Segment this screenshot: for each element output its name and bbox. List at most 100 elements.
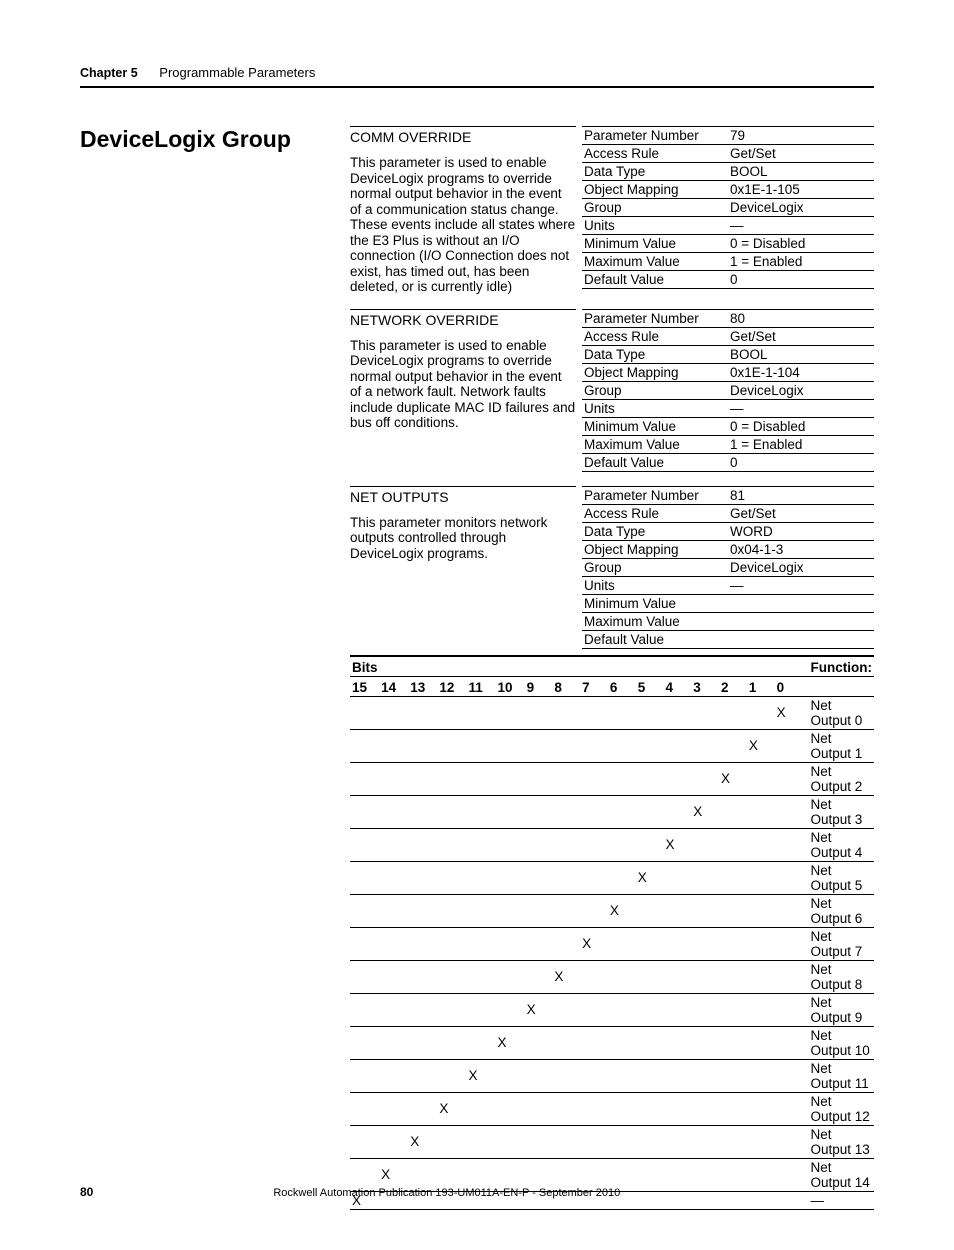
bit-cell: X — [636, 861, 664, 894]
bit-cell — [437, 795, 466, 828]
bit-cell — [691, 861, 719, 894]
bit-cell — [495, 696, 524, 729]
bit-cell — [437, 861, 466, 894]
bit-cell — [379, 1059, 408, 1092]
bit-cell — [379, 795, 408, 828]
bit-cell — [580, 729, 608, 762]
bit-cell — [350, 828, 379, 861]
bit-cell — [525, 927, 553, 960]
bit-cell — [775, 927, 803, 960]
param-description: This parameter is used to enable DeviceL… — [350, 338, 576, 431]
bit-cell — [408, 960, 437, 993]
bit-cell — [719, 927, 747, 960]
bit-cell — [525, 696, 553, 729]
bit-cell — [467, 927, 496, 960]
bit-cell — [437, 1125, 466, 1158]
bit-cell — [636, 1125, 664, 1158]
bit-cell — [552, 828, 580, 861]
bit-cell — [552, 1059, 580, 1092]
bit-cell: X — [608, 894, 636, 927]
bit-cell — [608, 927, 636, 960]
bit-cell — [636, 828, 664, 861]
bit-cell — [467, 1125, 496, 1158]
attr-label: Access Rule — [582, 145, 728, 163]
bit-column-header: 15 — [350, 676, 379, 696]
attr-label: Units — [582, 399, 728, 417]
attr-value: 81 — [728, 486, 874, 504]
bit-column-header: 12 — [437, 676, 466, 696]
bit-cell — [608, 1026, 636, 1059]
bits-table-container: BitsFunction:1514131211109876543210XNet … — [350, 655, 874, 1210]
attr-value: 0x04-1-3 — [728, 540, 874, 558]
attr-label: Object Mapping — [582, 363, 728, 381]
bit-cell — [775, 729, 803, 762]
bit-cell — [663, 894, 691, 927]
bit-column-header: 3 — [691, 676, 719, 696]
bit-cell — [580, 1059, 608, 1092]
bit-cell — [408, 861, 437, 894]
bit-cell — [608, 861, 636, 894]
bit-cell — [580, 1092, 608, 1125]
bit-cell — [350, 1059, 379, 1092]
bit-row: XNet Output 9 — [350, 993, 874, 1026]
bit-cell — [379, 894, 408, 927]
bit-cell — [636, 1026, 664, 1059]
bit-column-header: 14 — [379, 676, 408, 696]
bit-cell — [350, 729, 379, 762]
bit-cell — [408, 993, 437, 1026]
bit-cell — [437, 696, 466, 729]
attr-label: Minimum Value — [582, 235, 728, 253]
bit-cell — [350, 762, 379, 795]
bit-cell — [467, 1092, 496, 1125]
bit-function: Net Output 1 — [803, 729, 874, 762]
bit-function: Net Output 8 — [803, 960, 874, 993]
bits-header: Bits — [350, 656, 803, 677]
bit-cell — [580, 795, 608, 828]
bit-cell — [408, 927, 437, 960]
bit-column-header: 0 — [775, 676, 803, 696]
bit-column-header: 13 — [408, 676, 437, 696]
bit-cell — [525, 795, 553, 828]
attr-label: Maximum Value — [582, 253, 728, 271]
bit-function: Net Output 3 — [803, 795, 874, 828]
bit-cell — [552, 993, 580, 1026]
bit-cell — [775, 960, 803, 993]
bit-cell — [719, 795, 747, 828]
bit-cell — [379, 762, 408, 795]
bit-cell — [437, 894, 466, 927]
bit-cell — [747, 894, 775, 927]
bit-cell — [467, 993, 496, 1026]
bit-cell — [747, 927, 775, 960]
bit-cell — [379, 861, 408, 894]
bit-cell — [580, 894, 608, 927]
attr-label: Maximum Value — [582, 435, 728, 453]
attr-value: Get/Set — [728, 327, 874, 345]
bit-cell: X — [691, 795, 719, 828]
bit-cell — [719, 1125, 747, 1158]
attr-label: Parameter Number — [582, 127, 728, 145]
bit-row: XNet Output 4 — [350, 828, 874, 861]
bit-cell — [608, 696, 636, 729]
param-name: COMM OVERRIDE — [350, 126, 576, 155]
bit-cell — [552, 1026, 580, 1059]
bit-cell — [495, 894, 524, 927]
bit-cell: X — [552, 960, 580, 993]
bit-cell — [580, 1026, 608, 1059]
attr-label: Data Type — [582, 522, 728, 540]
bit-row: XNet Output 10 — [350, 1026, 874, 1059]
bit-cell: X — [437, 1092, 466, 1125]
attr-label: Default Value — [582, 630, 728, 648]
bit-function: Net Output 6 — [803, 894, 874, 927]
bit-cell — [350, 894, 379, 927]
bit-cell — [775, 894, 803, 927]
bit-cell: X — [663, 828, 691, 861]
attr-value: DeviceLogix — [728, 381, 874, 399]
bit-cell — [552, 795, 580, 828]
bit-cell — [525, 894, 553, 927]
bit-cell — [350, 861, 379, 894]
attr-label: Default Value — [582, 453, 728, 471]
bit-cell — [719, 993, 747, 1026]
attr-value: Get/Set — [728, 145, 874, 163]
bit-cell — [350, 795, 379, 828]
param-name: NET OUTPUTS — [350, 486, 576, 515]
